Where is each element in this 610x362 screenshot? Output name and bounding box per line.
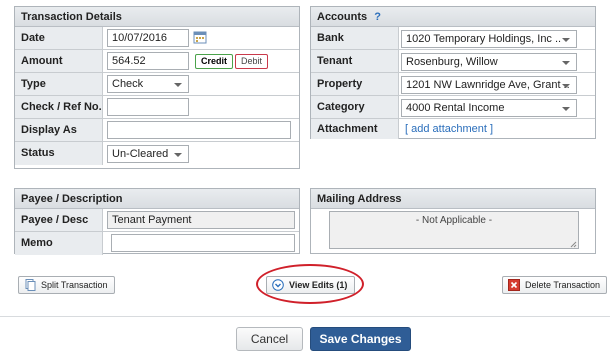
transaction-form: Transaction Details Date 10/07/2016 Amou…: [0, 0, 610, 362]
accounts-header: Accounts ?: [311, 7, 595, 27]
split-transaction-button[interactable]: Split Transaction: [18, 276, 115, 294]
tenant-select[interactable]: Rosenburg, Willow: [401, 53, 577, 71]
chevron-down-icon: [562, 38, 570, 42]
payee-row: Payee / Desc Tenant Payment: [15, 209, 299, 232]
bank-select-value: 1020 Temporary Holdings, Inc ..: [406, 33, 562, 45]
date-label: Date: [15, 27, 103, 49]
calendar-icon[interactable]: [193, 30, 207, 44]
attachment-row: Attachment [ add attachment ]: [311, 119, 595, 139]
date-input[interactable]: 10/07/2016: [107, 29, 189, 47]
displayas-input[interactable]: [107, 121, 291, 139]
checkref-input[interactable]: [107, 98, 189, 116]
transaction-details-panel: Transaction Details Date 10/07/2016 Amou…: [14, 6, 300, 169]
split-transaction-label: Split Transaction: [41, 280, 108, 290]
credit-button[interactable]: Credit: [195, 54, 234, 69]
type-select[interactable]: Check: [107, 75, 189, 93]
amount-input[interactable]: 564.52: [107, 52, 189, 70]
amount-row: Amount 564.52 Credit Debit: [15, 50, 299, 73]
split-document-icon: [24, 279, 36, 291]
checkref-label: Check / Ref No.: [15, 96, 103, 118]
status-select[interactable]: Un-Cleared: [107, 145, 189, 163]
checkref-row: Check / Ref No.: [15, 96, 299, 119]
add-attachment-link[interactable]: [ add attachment ]: [405, 123, 493, 135]
delete-transaction-button[interactable]: Delete Transaction: [502, 276, 608, 294]
mailing-address-field[interactable]: - Not Applicable -: [329, 211, 579, 249]
delete-icon: [508, 279, 520, 291]
memo-row: Memo: [15, 232, 299, 255]
debit-button[interactable]: Debit: [235, 54, 269, 69]
displayas-label: Display As: [15, 119, 103, 141]
property-row: Property 1201 NW Lawnridge Ave, Grant ..: [311, 73, 595, 96]
payee-input[interactable]: Tenant Payment: [107, 211, 295, 229]
category-label: Category: [311, 96, 399, 118]
highlight-oval: [256, 264, 364, 304]
transaction-details-header: Transaction Details: [15, 7, 299, 27]
property-select-value: 1201 NW Lawnridge Ave, Grant ..: [406, 79, 570, 91]
property-select[interactable]: 1201 NW Lawnridge Ave, Grant ..: [401, 76, 577, 94]
status-row: Status Un-Cleared: [15, 142, 299, 165]
tenant-label: Tenant: [311, 50, 399, 72]
bank-select[interactable]: 1020 Temporary Holdings, Inc ..: [401, 30, 577, 48]
category-select[interactable]: 4000 Rental Income: [401, 99, 577, 117]
footer-divider: [0, 316, 610, 317]
payee-label: Payee / Desc: [15, 209, 103, 231]
mailing-panel: Mailing Address - Not Applicable -: [310, 188, 596, 254]
accounts-panel: Accounts ? Bank 1020 Temporary Holdings,…: [310, 6, 596, 139]
category-row: Category 4000 Rental Income: [311, 96, 595, 119]
type-row: Type Check: [15, 73, 299, 96]
bank-row: Bank 1020 Temporary Holdings, Inc ..: [311, 27, 595, 50]
save-changes-button[interactable]: Save Changes: [310, 327, 411, 351]
memo-input[interactable]: [111, 234, 295, 252]
type-label: Type: [15, 73, 103, 95]
date-row: Date 10/07/2016: [15, 27, 299, 50]
tenant-select-value: Rosenburg, Willow: [406, 56, 498, 68]
delete-transaction-label: Delete Transaction: [525, 280, 601, 290]
chevron-down-icon: [562, 84, 570, 88]
category-select-value: 4000 Rental Income: [406, 102, 505, 114]
chevron-down-icon: [174, 83, 182, 87]
amount-label: Amount: [15, 50, 103, 72]
chevron-down-icon: [562, 61, 570, 65]
cancel-button[interactable]: Cancel: [236, 327, 303, 351]
tenant-row: Tenant Rosenburg, Willow: [311, 50, 595, 73]
type-select-value: Check: [112, 78, 144, 90]
memo-label: Memo: [15, 232, 103, 255]
status-select-value: Un-Cleared: [112, 148, 169, 160]
status-label: Status: [15, 142, 103, 165]
chevron-down-icon: [174, 153, 182, 157]
payee-panel: Payee / Description Payee / Desc Tenant …: [14, 188, 300, 255]
mailing-header: Mailing Address: [311, 189, 595, 209]
payee-header: Payee / Description: [15, 189, 299, 209]
accounts-title: Accounts: [317, 11, 368, 23]
help-icon[interactable]: ?: [374, 11, 381, 23]
mailing-address-value: - Not Applicable -: [415, 215, 493, 226]
attachment-label: Attachment: [311, 119, 399, 139]
property-label: Property: [311, 73, 399, 95]
chevron-down-icon: [562, 107, 570, 111]
displayas-row: Display As: [15, 119, 299, 142]
bank-label: Bank: [311, 27, 399, 49]
resize-handle-icon[interactable]: [569, 239, 577, 248]
